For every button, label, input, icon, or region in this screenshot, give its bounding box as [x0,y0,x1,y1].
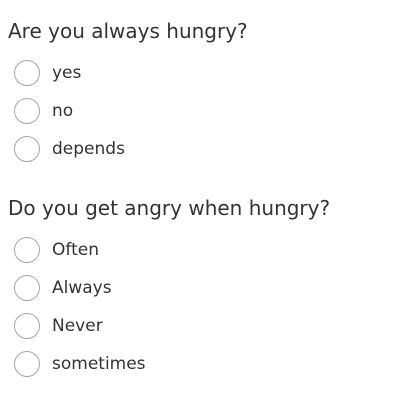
radio-group-always-hungry: yes no depends [0,54,411,168]
radio-group-angry-when-hungry: Often Always Never sometimes [0,231,411,383]
option-label: Always [52,278,112,298]
option-yes[interactable]: yes [14,54,411,92]
radio-button-sometimes[interactable] [14,351,40,377]
question-title: Do you get angry when hungry? [8,196,331,220]
option-no[interactable]: no [14,92,411,130]
radio-button-no[interactable] [14,98,40,124]
option-label: depends [52,139,125,159]
option-label: sometimes [52,354,146,374]
question-title: Are you always hungry? [8,19,248,43]
question-always-hungry: Are you always hungry? yes no depends [0,16,411,168]
radio-button-often[interactable] [14,237,40,263]
survey-form: Are you always hungry? yes no depends Do… [0,0,411,409]
option-never[interactable]: Never [14,307,411,345]
radio-button-depends[interactable] [14,136,40,162]
option-label: no [52,101,74,121]
option-sometimes[interactable]: sometimes [14,345,411,383]
option-depends[interactable]: depends [14,130,411,168]
radio-button-always[interactable] [14,275,40,301]
radio-button-never[interactable] [14,313,40,339]
radio-button-yes[interactable] [14,60,40,86]
option-always[interactable]: Always [14,269,411,307]
option-often[interactable]: Often [14,231,411,269]
option-label: Never [52,316,103,336]
question-angry-when-hungry: Do you get angry when hungry? Often Alwa… [0,193,411,383]
option-label: Often [52,240,99,260]
option-label: yes [52,63,82,83]
